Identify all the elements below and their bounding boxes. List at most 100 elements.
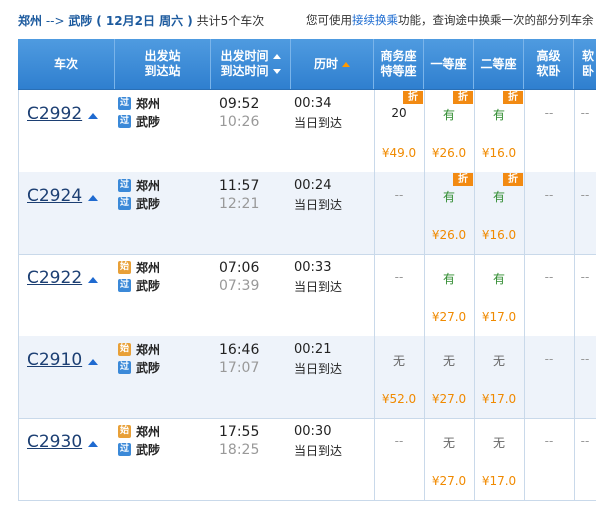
first-class-price: ¥26.0 <box>431 228 467 242</box>
business-seat-count: -- <box>394 270 404 284</box>
col-business-label: 商务座 <box>380 49 417 63</box>
duration: 00:30 <box>294 424 332 439</box>
first-class-price: ¥26.0 <box>431 146 467 160</box>
soft-sleeper-availability: -- <box>580 270 590 284</box>
train-row: C2910 始郑州 过武陟 16:46 17:07 00:21 当日到达 无 无… <box>18 336 596 419</box>
col-first-class: 一等座 <box>424 39 474 89</box>
premium-sleeper-availability: -- <box>544 434 554 448</box>
departure-station: 过郑州 <box>118 179 161 193</box>
train-count: 共计5个车次 <box>196 14 265 28</box>
first-class-availability: 有 <box>442 108 455 122</box>
pass-through-icon: 过 <box>118 115 131 128</box>
from-city: 郑州 <box>18 14 43 28</box>
route-arrow: --> <box>45 14 65 28</box>
expand-stops-icon[interactable] <box>88 195 98 201</box>
arrival-day: 当日到达 <box>294 362 343 376</box>
train-number-link[interactable]: C2992 <box>27 104 82 124</box>
first-class-availability: 无 <box>442 354 455 368</box>
train-number-link[interactable]: C2924 <box>27 186 82 206</box>
train-row: C2992 过郑州 过武陟 09:52 10:26 00:34 当日到达 折 折… <box>18 90 596 173</box>
arrival-station: 过武陟 <box>118 443 161 457</box>
second-class-availability: 有 <box>492 272 505 286</box>
sort-up-icon[interactable] <box>342 61 350 67</box>
col-departure-time[interactable]: 出发时间 <box>220 49 268 63</box>
premium-sleeper-availability: -- <box>544 270 554 284</box>
departure-station: 始郑州 <box>118 261 161 275</box>
second-class-availability: 无 <box>492 436 505 450</box>
train-number-link[interactable]: C2922 <box>27 268 82 288</box>
pass-through-icon: 过 <box>118 443 131 456</box>
arrival-day: 当日到达 <box>294 444 343 458</box>
col-premium-label-2: 软卧 <box>536 64 561 78</box>
soft-sleeper-availability: -- <box>580 352 590 366</box>
second-class-availability: 无 <box>492 354 505 368</box>
departure-time: 16:46 <box>219 342 260 358</box>
arrival-time: 18:25 <box>219 442 260 458</box>
first-class-price: ¥27.0 <box>431 310 467 324</box>
pass-through-icon: 过 <box>118 179 131 192</box>
business-seat-count: -- <box>394 188 404 202</box>
premium-sleeper-availability: -- <box>544 352 554 366</box>
discount-icon: 折 <box>503 173 523 186</box>
discount-icon: 折 <box>403 91 423 104</box>
col-station-from: 出发站 <box>144 49 181 63</box>
query-summary-bar: 郑州 --> 武陟 ( 12月2日 周六 ) 共计5个车次 您可使用接续换乘功能… <box>0 0 596 38</box>
to-city: 武陟 <box>68 14 93 28</box>
arrival-time: 07:39 <box>219 278 260 294</box>
first-class-price: ¥27.0 <box>431 474 467 488</box>
second-class-price: ¥16.0 <box>481 228 517 242</box>
col-times[interactable]: 出发时间 到达时间 <box>211 39 291 89</box>
expand-stops-icon[interactable] <box>88 277 98 283</box>
col-arrival-time[interactable]: 到达时间 <box>220 64 268 78</box>
first-class-availability: 有 <box>442 272 455 286</box>
train-number-link[interactable]: C2910 <box>27 350 82 370</box>
soft-sleeper-availability: -- <box>580 188 590 202</box>
train-row: C2930 始郑州 过武陟 17:55 18:25 00:30 当日到达 -- … <box>18 418 596 501</box>
notice-prefix: 您可使用 <box>306 13 352 27</box>
departure-time: 17:55 <box>219 424 260 440</box>
departure-time: 07:06 <box>219 260 260 276</box>
sort-up-icon[interactable] <box>272 54 281 59</box>
departure-station: 始郑州 <box>118 343 161 357</box>
train-number-link[interactable]: C2930 <box>27 432 82 452</box>
soft-sleeper-availability: -- <box>580 434 590 448</box>
discount-icon: 折 <box>453 91 473 104</box>
arrival-station: 过武陟 <box>118 279 161 293</box>
second-class-price: ¥16.0 <box>481 146 517 160</box>
col-duration[interactable]: 历时 <box>291 39 374 89</box>
origin-station-icon: 始 <box>118 261 131 274</box>
second-class-price: ¥17.0 <box>481 474 517 488</box>
departure-time: 11:57 <box>219 178 260 194</box>
arrival-station: 过武陟 <box>118 361 161 375</box>
second-class-price: ¥17.0 <box>481 392 517 406</box>
arrival-day: 当日到达 <box>294 116 343 130</box>
transfer-link[interactable]: 接续换乘 <box>352 13 398 27</box>
expand-stops-icon[interactable] <box>88 113 98 119</box>
arrival-time: 12:21 <box>219 196 260 212</box>
origin-station-icon: 始 <box>118 425 131 438</box>
col-station-to: 到达站 <box>144 64 181 78</box>
expand-stops-icon[interactable] <box>88 359 98 365</box>
duration: 00:34 <box>294 96 332 111</box>
sort-down-icon[interactable] <box>272 69 281 74</box>
first-class-availability: 有 <box>442 190 455 204</box>
business-seat-count: -- <box>394 434 404 448</box>
origin-station-icon: 始 <box>118 343 131 356</box>
pass-through-icon: 过 <box>118 279 131 292</box>
col-premium-sleeper: 高级 软卧 <box>524 39 574 89</box>
premium-sleeper-availability: -- <box>544 106 554 120</box>
business-price: ¥49.0 <box>381 146 417 160</box>
col-second-label: 二等座 <box>480 56 517 71</box>
col-train-label: 车次 <box>53 56 78 71</box>
business-price: ¥52.0 <box>381 392 417 406</box>
pass-through-icon: 过 <box>118 361 131 374</box>
arrival-time: 17:07 <box>219 360 260 376</box>
second-class-price: ¥17.0 <box>481 310 517 324</box>
first-class-availability: 无 <box>442 436 455 450</box>
col-duration-label[interactable]: 历时 <box>314 57 338 72</box>
soft-sleeper-availability: -- <box>580 106 590 120</box>
expand-stops-icon[interactable] <box>88 441 98 447</box>
col-first-label: 一等座 <box>430 56 467 71</box>
col-train[interactable]: 车次 <box>18 39 115 89</box>
arrival-time: 10:26 <box>219 114 260 130</box>
